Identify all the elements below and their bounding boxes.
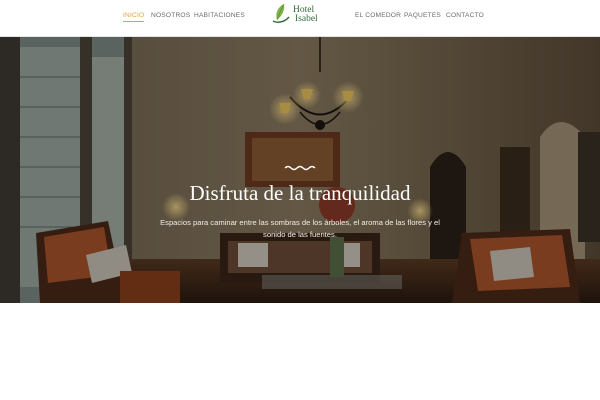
nav-item-contacto[interactable]: CONTACTO (446, 12, 484, 20)
wave-icon (284, 165, 316, 171)
hero-banner: Disfruta de la tranquilidad Espacios par… (0, 37, 600, 303)
nav-item-el-comedor[interactable]: EL COMEDOR (355, 12, 401, 20)
leaf-icon (272, 3, 290, 23)
hero-title: Disfruta de la tranquilidad (189, 181, 411, 205)
hero-subtitle: Espacios para caminar entre las sombras … (160, 218, 440, 239)
nav-item-nosotros[interactable]: NOSOTROS (151, 12, 190, 20)
nav-item-inicio[interactable]: INICIO (123, 12, 145, 22)
site-header: INICIO NOSOTROS HABITACIONES Hotel Isabe… (0, 0, 600, 37)
hero-content: Disfruta de la tranquilidad Espacios par… (0, 37, 600, 303)
hotel-logo[interactable]: Hotel Isabel (270, 1, 322, 27)
nav-item-habitaciones[interactable]: HABITACIONES (194, 12, 245, 20)
logo-text-line2: Isabel (295, 14, 318, 24)
nav-item-paquetes[interactable]: PAQUETES (404, 12, 441, 20)
page: INICIO NOSOTROS HABITACIONES Hotel Isabe… (0, 0, 600, 400)
